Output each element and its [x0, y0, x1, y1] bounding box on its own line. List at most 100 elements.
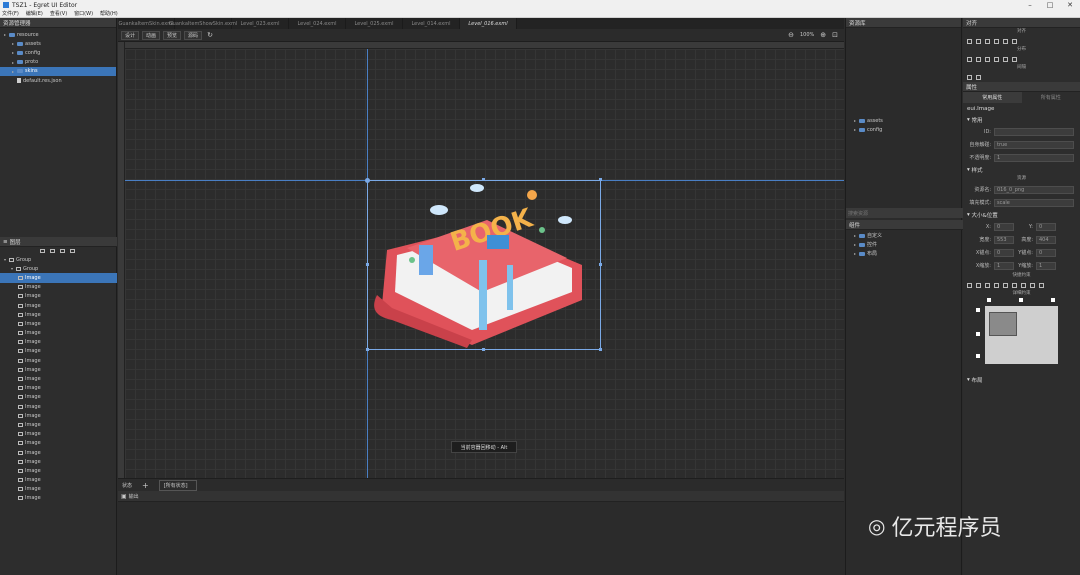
- layer-item[interactable]: Image: [0, 393, 117, 402]
- resource-search-input[interactable]: 搜索资源: [846, 208, 963, 218]
- library-folder-item[interactable]: ▸ config: [846, 125, 963, 134]
- handle-bottom-right[interactable]: [599, 348, 602, 351]
- handle-top[interactable]: [482, 178, 485, 181]
- qc-1-icon[interactable]: [967, 282, 972, 288]
- dist-right-icon[interactable]: [985, 56, 990, 62]
- layer-item[interactable]: Image: [0, 338, 117, 347]
- constraint-left-bottom-check[interactable]: [976, 354, 980, 358]
- align-top-icon[interactable]: [994, 38, 999, 44]
- size-section[interactable]: ▾ 大小&位置: [963, 209, 1080, 220]
- space-h-icon[interactable]: [967, 74, 972, 80]
- resource-tree-item[interactable]: ▸ assets: [0, 39, 116, 48]
- layer-item[interactable]: ▾ Group: [0, 255, 117, 264]
- refresh-icon[interactable]: ↻: [207, 31, 213, 39]
- align-hcenter-icon[interactable]: [976, 38, 981, 44]
- state-tab[interactable]: [所有状态]: [158, 479, 197, 491]
- layer-item[interactable]: ▾ Group: [0, 264, 117, 273]
- zoom-level[interactable]: 100%: [800, 32, 814, 38]
- library-folder-item[interactable]: ▸ assets: [846, 116, 963, 125]
- qc-4-icon[interactable]: [994, 282, 999, 288]
- add-state-button[interactable]: +: [142, 481, 149, 490]
- layer-item[interactable]: Image: [0, 374, 117, 383]
- eye-icon[interactable]: [50, 249, 55, 253]
- layer-item[interactable]: Image: [0, 365, 117, 374]
- design-canvas[interactable]: BOOK 当前容器回移动 - Alt: [125, 49, 844, 478]
- layout-section[interactable]: ▾ 布局: [963, 374, 1080, 385]
- layer-item[interactable]: Image: [0, 439, 117, 448]
- style-section[interactable]: ▾ 样式: [963, 164, 1080, 175]
- height-field[interactable]: 404: [1036, 235, 1056, 244]
- constraint-top-right-check[interactable]: [1051, 298, 1055, 302]
- animation-button[interactable]: 动画: [142, 30, 161, 40]
- layer-item[interactable]: Image: [0, 476, 117, 485]
- source-field[interactable]: 016_0_png: [994, 185, 1074, 194]
- layer-item[interactable]: Image: [0, 329, 117, 338]
- handle-left[interactable]: [366, 263, 369, 266]
- resource-tree-item[interactable]: ▸ resource: [0, 30, 116, 39]
- layer-item[interactable]: Image: [0, 356, 117, 365]
- layer-item[interactable]: Image: [0, 457, 117, 466]
- layer-item[interactable]: Image: [0, 448, 117, 457]
- layer-item[interactable]: Image: [0, 430, 117, 439]
- qc-6-icon[interactable]: [1012, 282, 1017, 288]
- anchor-y-field[interactable]: 0: [1036, 248, 1056, 257]
- qc-8-icon[interactable]: [1030, 282, 1035, 288]
- x-field[interactable]: 0: [994, 222, 1014, 231]
- dist-bottom-icon[interactable]: [1012, 56, 1017, 62]
- menu-help[interactable]: 帮助(H): [100, 10, 118, 17]
- constraint-left-center-check[interactable]: [976, 332, 980, 336]
- constraint-left-top-check[interactable]: [976, 308, 980, 312]
- document-tab[interactable]: GuankaItemSkin.exml: [118, 18, 175, 29]
- resource-tree-item[interactable]: ▸ skins: [0, 66, 116, 76]
- space-v-icon[interactable]: [976, 74, 981, 80]
- preview-button[interactable]: 预览: [163, 30, 182, 40]
- document-tab[interactable]: Level_024.exml: [289, 18, 346, 29]
- touch-select[interactable]: true: [994, 140, 1074, 149]
- layer-item[interactable]: Image: [0, 402, 117, 411]
- id-field[interactable]: [994, 127, 1074, 136]
- menu-window[interactable]: 窗口(W): [74, 10, 93, 17]
- resource-tree-item[interactable]: ▸ config: [0, 48, 116, 57]
- selection-frame[interactable]: [367, 180, 601, 350]
- qc-3-icon[interactable]: [985, 282, 990, 288]
- minimize-button[interactable]: –: [1020, 0, 1040, 10]
- qc-7-icon[interactable]: [1021, 282, 1026, 288]
- qc-9-icon[interactable]: [1039, 282, 1044, 288]
- constraint-top-center-check[interactable]: [1019, 298, 1023, 302]
- document-tab[interactable]: GuankaItemShowSkin.exml: [169, 18, 237, 29]
- menu-view[interactable]: 查看(V): [50, 10, 67, 17]
- menu-edit[interactable]: 编辑(E): [26, 10, 43, 17]
- alpha-field[interactable]: 1: [994, 153, 1074, 162]
- y-field[interactable]: 0: [1036, 222, 1056, 231]
- zoom-in-icon[interactable]: ⊕: [820, 31, 826, 39]
- constraint-editor[interactable]: [963, 298, 1080, 368]
- source-button[interactable]: 源码: [184, 30, 203, 40]
- group-icon[interactable]: [60, 249, 65, 253]
- layer-item[interactable]: Image: [0, 273, 117, 283]
- lock-icon[interactable]: [40, 249, 45, 253]
- document-tab[interactable]: Level_023.exml: [232, 18, 289, 29]
- handle-bottom-left[interactable]: [366, 348, 369, 351]
- maximize-button[interactable]: □: [1040, 0, 1060, 10]
- constraint-top-left-check[interactable]: [987, 298, 991, 302]
- scale-y-field[interactable]: 1: [1036, 261, 1056, 270]
- scale-x-field[interactable]: 1: [994, 261, 1014, 270]
- layer-item[interactable]: Image: [0, 384, 117, 393]
- handle-right[interactable]: [599, 263, 602, 266]
- close-button[interactable]: ✕: [1060, 0, 1080, 10]
- layer-item[interactable]: Image: [0, 485, 117, 494]
- handle-top-right[interactable]: [599, 178, 602, 181]
- fill-mode-select[interactable]: scale: [994, 198, 1074, 207]
- component-group-item[interactable]: ▸ 自定义: [846, 231, 963, 240]
- qc-5-icon[interactable]: [1003, 282, 1008, 288]
- anchor-x-field[interactable]: 0: [994, 248, 1014, 257]
- layer-item[interactable]: Image: [0, 411, 117, 420]
- tab-all-props[interactable]: 所有属性: [1022, 92, 1080, 103]
- layer-item[interactable]: Image: [0, 292, 117, 301]
- align-vcenter-icon[interactable]: [1003, 38, 1008, 44]
- align-left-icon[interactable]: [967, 38, 972, 44]
- layer-item[interactable]: Image: [0, 466, 117, 475]
- common-section[interactable]: ▾ 常用: [963, 114, 1080, 125]
- width-field[interactable]: 553: [994, 235, 1014, 244]
- document-tab[interactable]: Level_014.exml: [403, 18, 460, 29]
